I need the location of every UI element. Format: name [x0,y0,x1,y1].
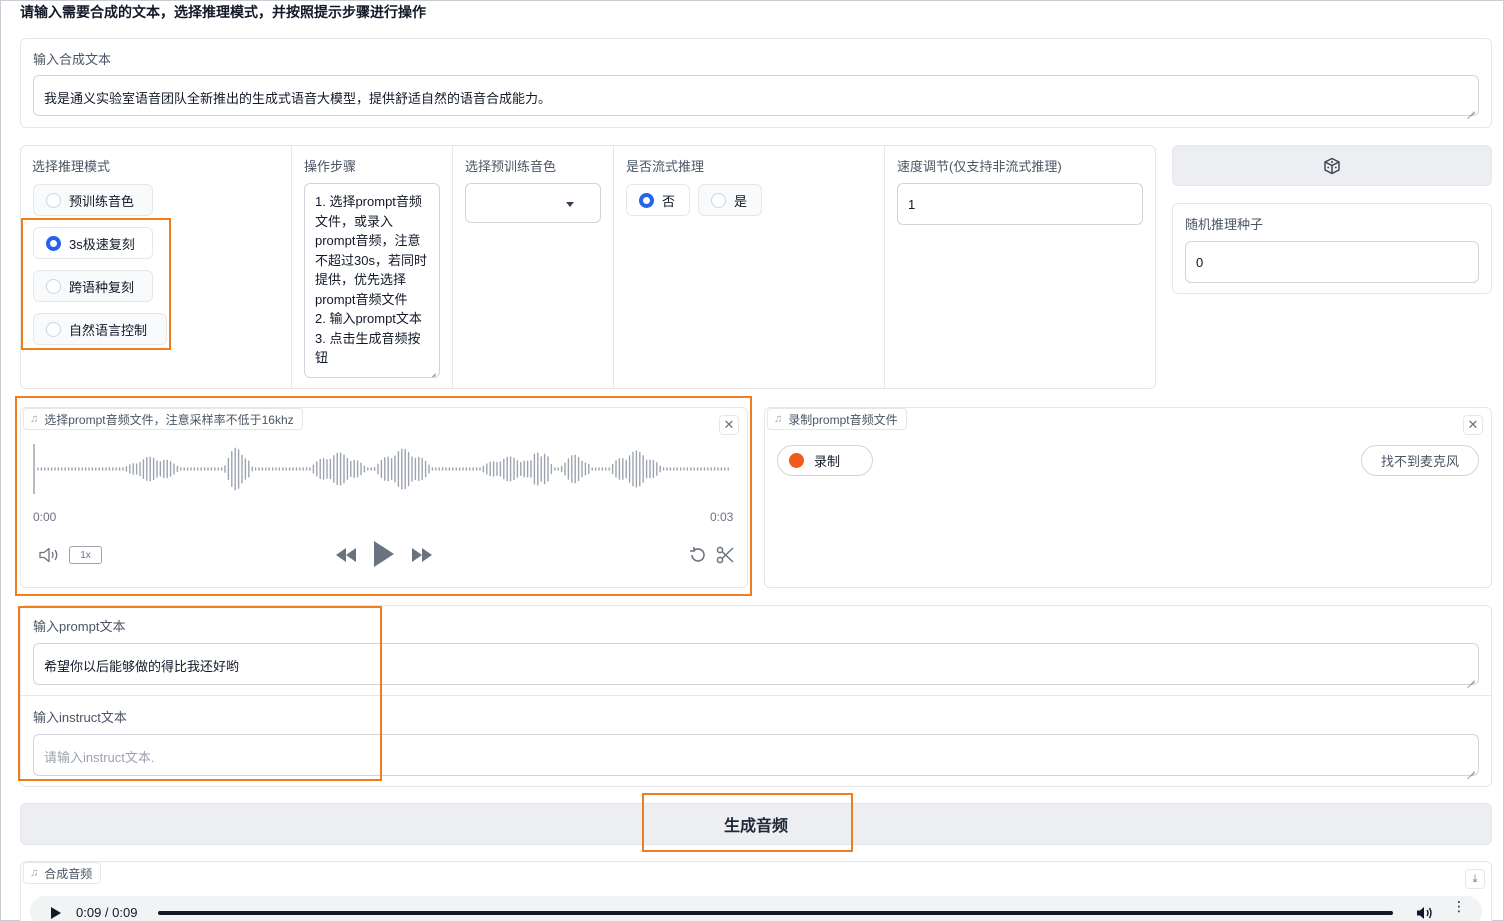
stream-option-label: 否 [662,193,676,209]
speed-input[interactable]: 1 [897,183,1143,225]
steps-label: 操作步骤 [304,159,357,174]
seed-input[interactable]: 0 [1185,241,1479,283]
prompt-text-value: 希望你以后能够做的得比我还好哟 [44,659,240,674]
radio-checked-icon [46,235,61,251]
divider [613,145,614,388]
mode-option-3s-clone[interactable]: 3s极速复刻 [33,227,153,259]
synth-text-label: 输入合成文本 [33,52,112,67]
radio-icon [711,192,726,208]
scissors-icon[interactable] [715,545,735,565]
record-icon [789,453,804,468]
dice-icon [1324,157,1340,174]
mode-option-instruct[interactable]: 自然语言控制 [33,313,167,345]
stream-label: 是否流式推理 [626,159,705,174]
stream-option-no[interactable]: 否 [626,184,690,216]
stream-option-yes[interactable]: 是 [698,184,762,216]
mode-option-label: 自然语言控制 [69,322,148,338]
mode-option-label: 预训练音色 [69,193,135,209]
random-seed-button[interactable] [1172,145,1492,186]
steps-textarea[interactable]: 1. 选择prompt音频文件，或录入prompt音频，注意不超过30s，若同时… [304,183,440,378]
record-button[interactable]: 录制 [777,445,873,476]
generate-audio-button[interactable]: 生成音频 [20,803,1492,845]
progress-track[interactable] [158,911,1393,915]
radio-checked-icon [639,192,654,208]
volume-icon[interactable] [38,546,60,564]
play-icon[interactable] [50,907,62,919]
mode-option-label: 跨语种复刻 [69,279,135,295]
instruct-text-placeholder: 请输入instruct文本. [44,750,155,765]
mode-option-pretrained[interactable]: 预训练音色 [33,184,153,216]
mode-option-cross-lingual[interactable]: 跨语种复刻 [33,270,153,302]
waveform [33,444,729,494]
record-button-label: 录制 [814,454,841,469]
divider [452,145,453,388]
stream-option-label: 是 [734,193,748,209]
record-audio-tag: ♫ 录制prompt音频文件 [767,408,907,430]
instruct-text-input[interactable]: 请输入instruct文本. [33,734,1479,776]
output-audio-label: 合成音频 [44,866,93,881]
steps-text: 1. 选择prompt音频文件，或录入prompt音频，注意不超过30s，若同时… [315,194,427,365]
music-note-icon: ♫ [30,867,39,879]
mode-option-label: 3s极速复刻 [69,236,135,252]
prompt-text-input[interactable]: 希望你以后能够做的得比我还好哟 [33,643,1479,685]
resize-grip-icon[interactable] [1467,673,1475,681]
time-end: 0:03 [710,510,734,524]
output-time: 0:09 / 0:09 [76,905,138,920]
music-note-icon: ♫ [774,413,783,425]
seed-value: 0 [1196,254,1204,270]
more-options-icon[interactable]: ⋮ [1452,899,1466,913]
page-heading: 请输入需要合成的文本，选择推理模式，并按照提示步骤进行操作 [20,4,426,20]
download-icon[interactable]: ⤓ [1465,869,1485,889]
prompt-text-label: 输入prompt文本 [33,619,126,634]
output-audio-player[interactable] [30,896,1482,921]
microphone-select-button[interactable]: 找不到麦克风 [1361,445,1479,476]
voice-label: 选择预训练音色 [465,159,557,174]
radio-icon [46,321,61,337]
synth-text-value: 我是通义实验室语音团队全新推出的生成式语音大模型，提供舒适自然的语音合成能力。 [44,91,552,106]
fast-forward-icon[interactable] [410,547,434,563]
speed-label: 速度调节(仅支持非流式推理) [897,159,1062,174]
prompt-audio-tag: ♫ 选择prompt音频文件，注意采样率不低于16khz [23,408,303,430]
time-start: 0:00 [33,510,57,524]
record-audio-panel [764,407,1492,588]
radio-icon [46,278,61,294]
synth-text-input[interactable]: 我是通义实验室语音团队全新推出的生成式语音大模型，提供舒适自然的语音合成能力。 [33,75,1479,116]
instruct-text-label: 输入instruct文本 [33,710,127,725]
resize-grip-icon[interactable] [1467,104,1475,112]
chevron-down-icon [566,202,574,207]
mode-label: 选择推理模式 [32,159,111,174]
play-icon[interactable] [372,540,396,568]
voice-select[interactable] [465,183,601,223]
settings-panel [20,145,1156,389]
music-note-icon: ♫ [30,413,39,425]
close-icon[interactable]: ✕ [1463,415,1483,435]
record-audio-label: 录制prompt音频文件 [788,412,898,427]
playback-rate-button[interactable]: 1x [69,546,102,564]
close-icon[interactable]: ✕ [719,415,739,435]
rewind-icon[interactable] [334,547,358,563]
divider [20,695,1492,696]
reset-icon[interactable] [688,545,708,565]
resize-grip-icon[interactable] [428,366,436,374]
resize-grip-icon[interactable] [1467,764,1475,772]
output-audio-tag: ♫ 合成音频 [23,862,102,884]
divider [291,145,292,388]
divider [884,145,885,388]
volume-icon[interactable] [1416,906,1434,920]
seed-label: 随机推理种子 [1185,217,1264,232]
radio-icon [46,192,61,208]
prompt-audio-label: 选择prompt音频文件，注意采样率不低于16khz [44,412,294,427]
speed-value: 1 [908,196,916,212]
